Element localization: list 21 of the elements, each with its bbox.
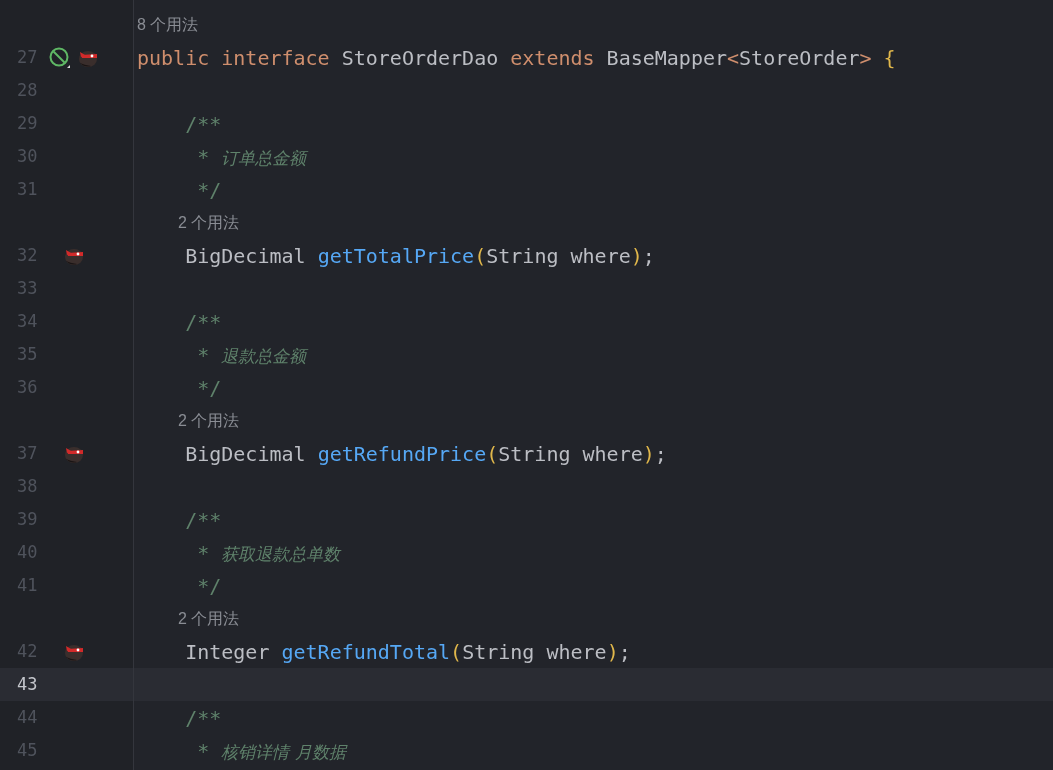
code-line: public interface StoreOrderDao extends BaseMapper<StoreOrder> { xyxy=(137,44,896,72)
code-line: */ xyxy=(196,572,222,600)
code-line: */ xyxy=(196,176,222,204)
code-line: Integer getRefundTotal(String where); xyxy=(184,638,631,666)
code-line: * 获取退款总单数 xyxy=(196,539,341,567)
line-number: 43 xyxy=(16,672,39,696)
code-line: BigDecimal getTotalPrice(String where); xyxy=(184,242,655,270)
no-entry-icon[interactable] xyxy=(49,46,71,69)
code-line: * 订单总金额 xyxy=(196,143,307,171)
usage-hint[interactable]: 8 个用法 xyxy=(137,12,199,37)
code-line: * 退款总金额 xyxy=(196,341,307,369)
usage-hint[interactable]: 2 个用法 xyxy=(177,606,240,631)
code-line: */ xyxy=(196,374,222,402)
code-line: /** xyxy=(184,704,222,732)
code-line: /** xyxy=(184,506,222,534)
code-line: * 核销详情 月数据 xyxy=(196,737,346,765)
code-line: /** xyxy=(184,110,222,138)
usage-hint[interactable]: 2 个用法 xyxy=(177,408,240,433)
usage-hint[interactable]: 2 个用法 xyxy=(177,210,240,235)
code-line: /** xyxy=(184,308,222,336)
code-line: BigDecimal getRefundPrice(String where); xyxy=(184,440,667,468)
